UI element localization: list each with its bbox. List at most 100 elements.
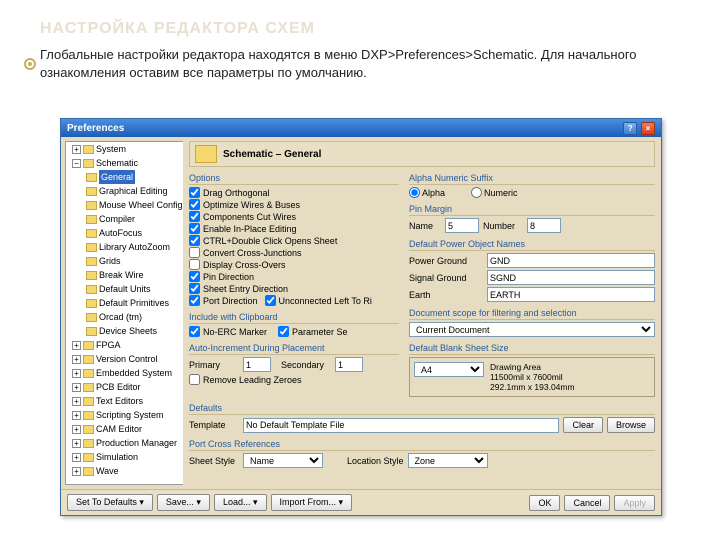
- folder-icon: [86, 229, 97, 238]
- folder-icon: [83, 383, 94, 392]
- tree-item[interactable]: +Version Control: [72, 352, 183, 366]
- folder-icon: [83, 355, 94, 364]
- folder-icon: [86, 327, 97, 336]
- toggle-icon[interactable]: +: [72, 425, 81, 434]
- tree-item[interactable]: Break Wire: [86, 268, 183, 282]
- window-title: Preferences: [67, 123, 124, 134]
- tree-item[interactable]: +Simulation: [72, 450, 183, 464]
- toggle-icon[interactable]: +: [72, 355, 81, 364]
- tree-item[interactable]: +Wave: [72, 464, 183, 478]
- toggle-icon[interactable]: +: [72, 341, 81, 350]
- power-ground-input[interactable]: [487, 253, 655, 268]
- pin-number-input[interactable]: [527, 218, 561, 233]
- options-title: Options: [189, 171, 399, 185]
- tree-item[interactable]: +Embedded System: [72, 366, 183, 380]
- folder-icon: [83, 439, 94, 448]
- numeric-radio: Numeric: [471, 187, 521, 198]
- folder-icon: [83, 369, 94, 378]
- pin-name-input[interactable]: [445, 218, 479, 233]
- tree-item[interactable]: Default Units: [86, 282, 183, 296]
- tree-item[interactable]: Device Sheets: [86, 324, 183, 338]
- convert-check: Convert Cross-Junctions: [189, 247, 399, 258]
- browse-button[interactable]: Browse: [607, 417, 655, 433]
- cancel-button[interactable]: Cancel: [564, 495, 610, 511]
- crossref-title: Port Cross References: [189, 437, 655, 451]
- folder-icon: [86, 257, 97, 266]
- location-style-select[interactable]: Zone: [408, 453, 488, 468]
- breadcrumb: Schematic – General: [189, 141, 655, 167]
- secondary-input[interactable]: [335, 357, 363, 372]
- set-defaults-button[interactable]: Set To Defaults ▾: [67, 494, 153, 511]
- dblclick-check: CTRL+Double Click Opens Sheet: [189, 235, 399, 246]
- primary-input[interactable]: [243, 357, 271, 372]
- noerc-check[interactable]: [189, 326, 200, 337]
- sheet-style-select[interactable]: Name: [243, 453, 323, 468]
- toggle-icon[interactable]: +: [72, 383, 81, 392]
- inplace-check: Enable In-Place Editing: [189, 223, 399, 234]
- pin-margin-title: Pin Margin: [409, 202, 655, 216]
- toggle-icon[interactable]: +: [72, 145, 81, 154]
- toggle-icon[interactable]: +: [72, 467, 81, 476]
- import-button[interactable]: Import From... ▾: [271, 494, 353, 511]
- tree-item[interactable]: Orcad (tm): [86, 310, 183, 324]
- signal-ground-input[interactable]: [487, 270, 655, 285]
- window-buttons: ? ×: [622, 122, 655, 135]
- defaults-title: Defaults: [189, 401, 655, 415]
- folder-icon: [86, 243, 97, 252]
- folder-icon: [86, 285, 97, 294]
- scope-select[interactable]: Current Document: [409, 322, 655, 337]
- help-icon[interactable]: ?: [623, 122, 637, 135]
- optimize-check: Optimize Wires & Buses: [189, 199, 399, 210]
- alpha-radio: Alpha: [409, 187, 459, 198]
- clear-button[interactable]: Clear: [563, 417, 603, 433]
- tree-item[interactable]: Grids: [86, 254, 183, 268]
- pin-dir-check: Pin Direction: [189, 271, 399, 282]
- toggle-icon[interactable]: +: [72, 411, 81, 420]
- load-button[interactable]: Load... ▾: [214, 494, 267, 511]
- clipboard-title: Include with Clipboard: [189, 310, 399, 324]
- titlebar: Preferences ? ×: [61, 119, 661, 137]
- apply-button: Apply: [614, 495, 655, 511]
- folder-icon: [86, 271, 97, 280]
- tree-item[interactable]: AutoFocus: [86, 226, 183, 240]
- save-button[interactable]: Save... ▾: [157, 494, 210, 511]
- slide-title: НАСТРОЙКА РЕДАКТОРА СХЕМ: [0, 0, 720, 46]
- toggle-icon[interactable]: +: [72, 397, 81, 406]
- toggle-icon[interactable]: +: [72, 439, 81, 448]
- folder-icon: [83, 467, 94, 476]
- folder-icon: [83, 397, 94, 406]
- tree-item[interactable]: Compiler: [86, 212, 183, 226]
- tree-item[interactable]: +Scripting System: [72, 408, 183, 422]
- folder-icon: [86, 313, 97, 322]
- remove-zeros-check: Remove Leading Zeroes: [189, 374, 399, 385]
- display-cross-check: Display Cross-Overs: [189, 259, 399, 270]
- close-icon[interactable]: ×: [641, 122, 655, 135]
- folder-icon: [86, 215, 97, 224]
- tree-item[interactable]: Default Primitives: [86, 296, 183, 310]
- tree-item[interactable]: Graphical Editing: [86, 184, 183, 198]
- toggle-icon[interactable]: +: [72, 453, 81, 462]
- earth-input[interactable]: [487, 287, 655, 302]
- tree-item[interactable]: Library AutoZoom: [86, 240, 183, 254]
- tree-item[interactable]: Mouse Wheel Configuration: [86, 198, 183, 212]
- autoinc-title: Auto-Increment During Placement: [189, 341, 399, 355]
- tree-item[interactable]: +CAM Editor: [72, 422, 183, 436]
- sheet-select[interactable]: A4: [414, 362, 484, 377]
- tree-item[interactable]: +Text Editors: [72, 394, 183, 408]
- tree-item[interactable]: +Production Manager: [72, 436, 183, 450]
- tree-item[interactable]: +FPGA: [72, 338, 183, 352]
- toggle-icon[interactable]: +: [72, 369, 81, 378]
- folder-icon: [86, 299, 97, 308]
- dialog-footer: Set To Defaults ▾ Save... ▾ Load... ▾ Im…: [61, 489, 661, 515]
- toggle-icon[interactable]: −: [72, 159, 81, 168]
- param-check[interactable]: [278, 326, 289, 337]
- tree-system: +System: [72, 142, 183, 156]
- folder-icon: [86, 173, 97, 182]
- ok-button[interactable]: OK: [529, 495, 560, 511]
- tree-item[interactable]: +PCB Editor: [72, 380, 183, 394]
- tree-item[interactable]: General: [86, 170, 183, 184]
- tree-panel[interactable]: +System −Schematic GeneralGraphical Edit…: [65, 141, 183, 485]
- alpha-title: Alpha Numeric Suffix: [409, 171, 655, 185]
- template-input[interactable]: [243, 418, 559, 433]
- sheet-size-box: A4 Drawing Area 11500mil x 7600mil 292.1…: [409, 357, 655, 397]
